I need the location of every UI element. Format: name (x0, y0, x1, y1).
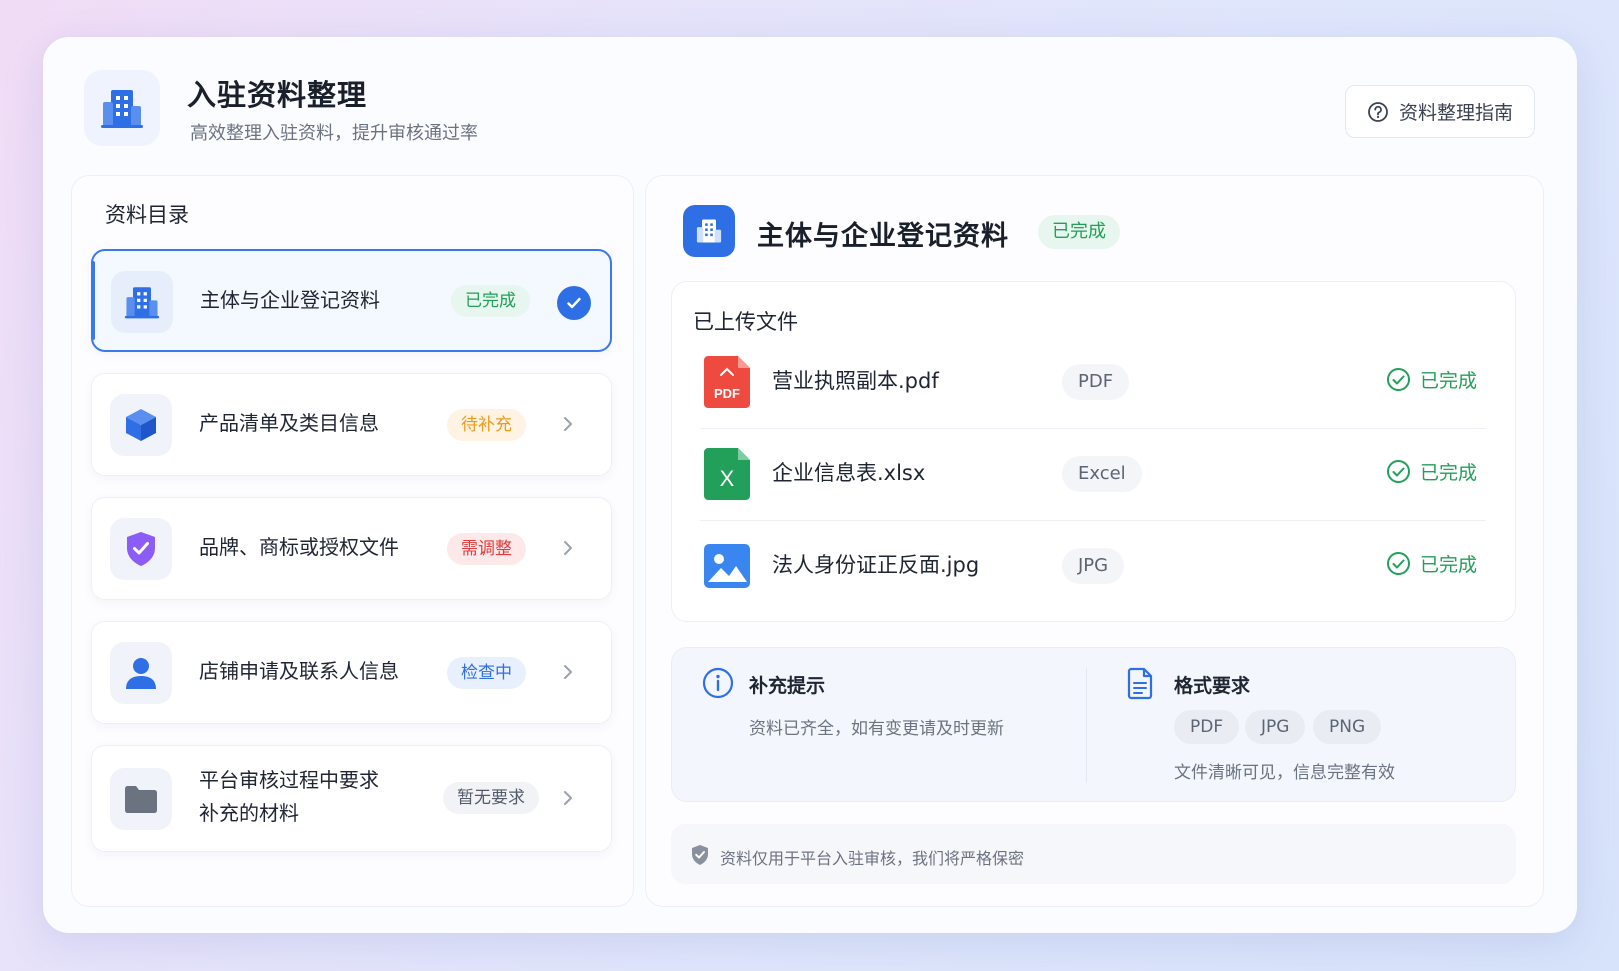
detail-status-badge: 已完成 (1038, 215, 1120, 249)
file-name: 营业执照副本.pdf (772, 369, 939, 393)
directory-item-label-line2: 补充的材料 (199, 801, 299, 825)
file-status: 已完成 (1386, 366, 1477, 393)
directory-item-label: 品牌、商标或授权文件 (199, 535, 399, 559)
directory-item-icon (110, 768, 172, 830)
directory-item-registration[interactable]: 主体与企业登记资料 已完成 (91, 249, 612, 352)
status-badge: 暂无要求 (443, 782, 539, 814)
image-file-icon (704, 544, 750, 588)
check-circle-icon (1387, 368, 1410, 391)
detail-title: 主体与企业登记资料 (757, 221, 1009, 252)
info-icon (702, 667, 734, 699)
directory-item-icon (111, 271, 173, 333)
file-name: 法人身份证正反面.jpg (772, 553, 980, 577)
file-type-chip: Excel (1062, 456, 1142, 492)
chevron-right-icon (564, 541, 572, 555)
status-badge: 待补充 (447, 409, 526, 441)
file-status-label: 已完成 (1420, 554, 1478, 576)
directory-item-icon (110, 642, 172, 704)
page-title: 入驻资料整理 (187, 78, 368, 112)
guide-button-label: 资料整理指南 (1398, 102, 1513, 124)
file-type-chip: JPG (1062, 548, 1125, 584)
page-subtitle: 高效整理入驻资料，提升审核通过率 (190, 123, 478, 144)
format-title: 格式要求 (1174, 675, 1251, 697)
file-row[interactable]: X 企业信息表.xlsx Excel 已完成 (700, 429, 1486, 521)
directory-item-label: 店铺申请及联系人信息 (199, 659, 399, 683)
shield-check-icon (127, 532, 155, 566)
directory-title: 资料目录 (105, 203, 189, 227)
svg-text:X: X (720, 466, 735, 491)
chevron-right-icon (564, 665, 572, 679)
status-badge: 需调整 (447, 533, 526, 565)
file-name: 企业信息表.xlsx (772, 461, 926, 485)
shield-check-icon (692, 845, 708, 865)
building-icon (101, 90, 143, 128)
directory-item-icon (110, 394, 172, 456)
building-icon (124, 287, 160, 319)
help-circle-icon (1368, 101, 1388, 122)
status-badge: 已完成 (451, 285, 530, 317)
file-status-label: 已完成 (1420, 370, 1478, 392)
check-icon (557, 286, 591, 320)
file-row[interactable]: 法人身份证正反面.jpg JPG 已完成 (700, 521, 1486, 613)
folder-icon (125, 786, 157, 813)
file-status-label: 已完成 (1420, 462, 1478, 484)
format-chip: PNG (1313, 710, 1382, 744)
uploaded-files-title: 已上传文件 (693, 310, 798, 334)
hint-title: 补充提示 (749, 675, 826, 697)
directory-item-icon (110, 518, 172, 580)
privacy-text: 资料仅用于平台入驻审核，我们将严格保密 (720, 849, 1025, 868)
excel-file-icon: X (704, 448, 750, 500)
app-logo (84, 70, 160, 146)
file-type-chip: PDF (1062, 364, 1130, 400)
file-status: 已完成 (1386, 550, 1477, 577)
guide-button[interactable]: 资料整理指南 (1345, 85, 1535, 138)
format-chip: JPG (1245, 710, 1306, 744)
directory-item-supplementary[interactable]: 平台审核过程中要求 补充的材料 暂无要求 (91, 745, 612, 852)
user-icon (126, 658, 156, 689)
file-status: 已完成 (1386, 458, 1477, 485)
directory-item-label: 产品清单及类目信息 (199, 411, 379, 435)
directory-item-store[interactable]: 店铺申请及联系人信息 检查中 (91, 621, 612, 724)
svg-text:PDF: PDF (714, 386, 740, 401)
status-badge: 检查中 (447, 657, 526, 689)
format-text: 文件清晰可见，信息完整有效 (1174, 763, 1395, 783)
check-circle-icon (1387, 552, 1410, 575)
file-row[interactable]: PDF 营业执照副本.pdf PDF 已完成 (700, 337, 1486, 429)
directory-item-label: 主体与企业登记资料 (200, 288, 380, 312)
pdf-file-icon: PDF (704, 356, 750, 408)
directory-item-products[interactable]: 产品清单及类目信息 待补充 (91, 373, 612, 476)
directory-item-label-line1: 平台审核过程中要求 (199, 768, 379, 792)
divider (1086, 668, 1087, 783)
detail-icon (683, 205, 735, 257)
format-chip: PDF (1174, 710, 1240, 744)
cube-icon (126, 409, 156, 441)
directory-item-brand[interactable]: 品牌、商标或授权文件 需调整 (91, 497, 612, 600)
document-icon (1127, 667, 1153, 700)
building-icon (696, 219, 722, 243)
chevron-right-icon (564, 791, 572, 805)
hint-text: 资料已齐全，如有变更请及时更新 (749, 719, 1004, 739)
chevron-right-icon (564, 417, 572, 431)
check-circle-icon (1387, 460, 1410, 483)
